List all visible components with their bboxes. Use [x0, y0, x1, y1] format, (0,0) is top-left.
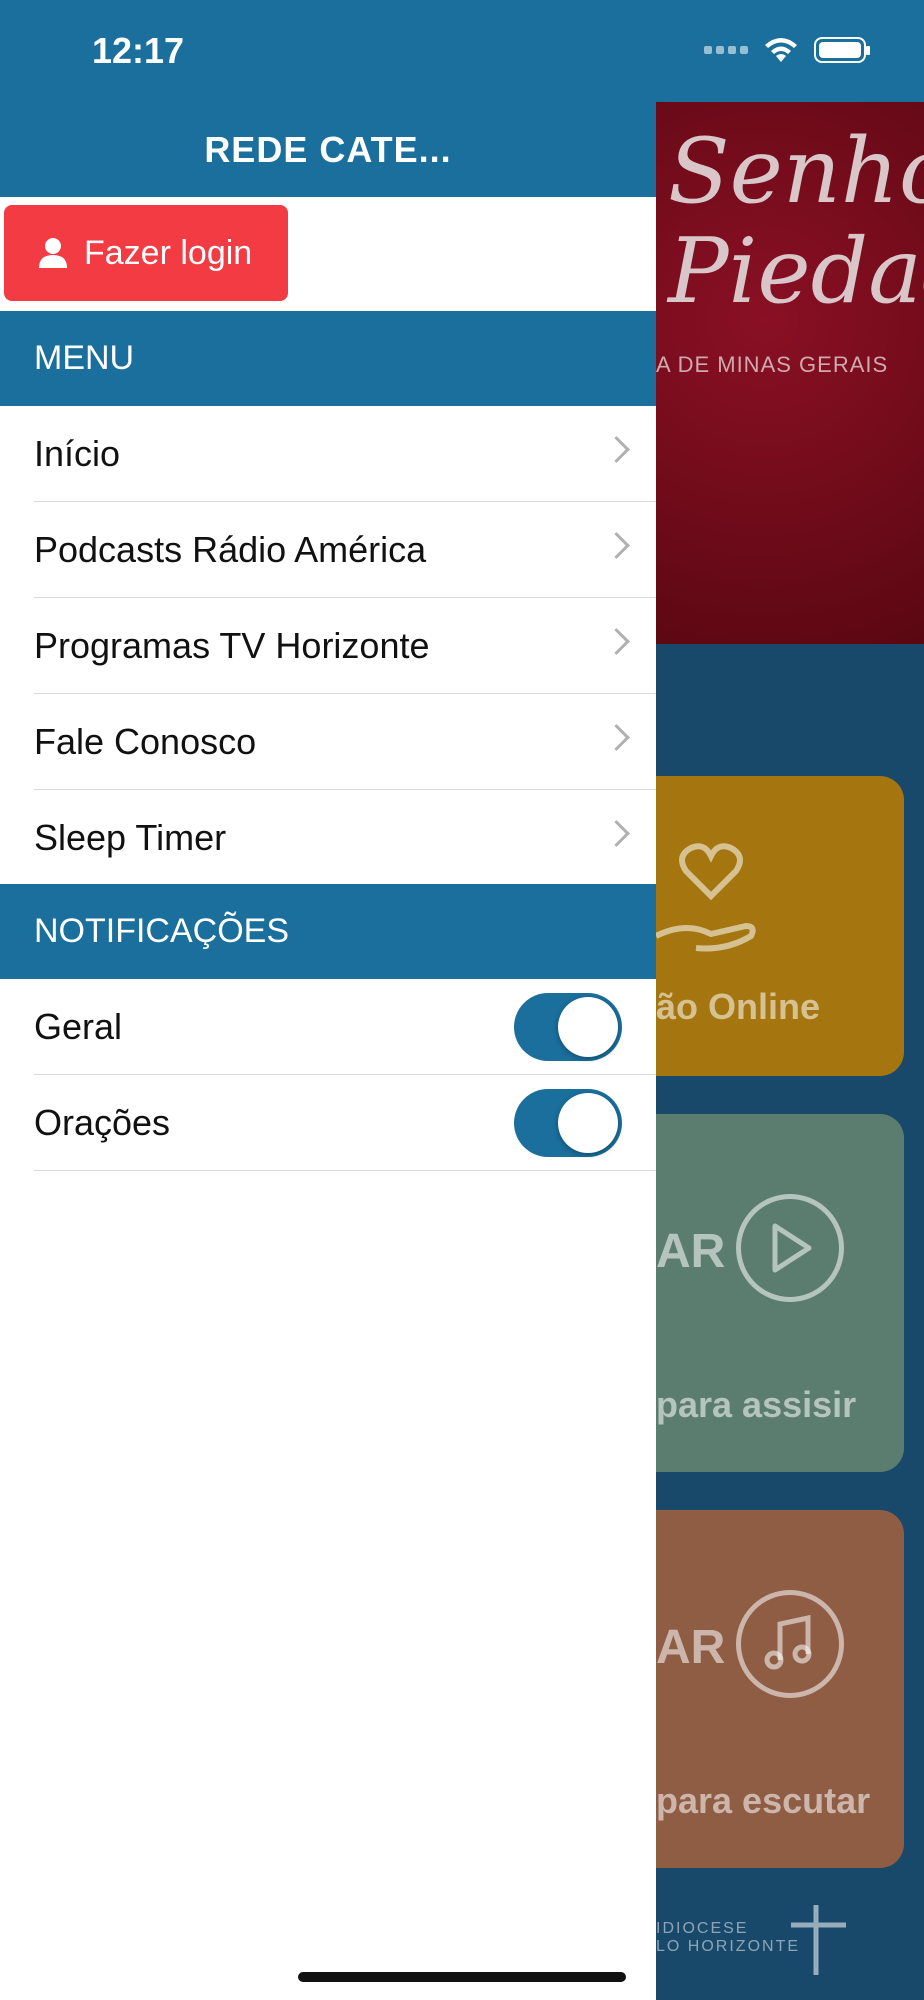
geral-toggle[interactable] — [514, 993, 622, 1061]
home-indicator[interactable] — [298, 1972, 626, 1982]
chevron-right-icon — [603, 532, 630, 559]
hero-subtitle: A DE MINAS GERAIS — [656, 352, 889, 377]
menu-item-programas[interactable]: Programas TV Horizonte — [34, 598, 656, 694]
user-icon — [39, 238, 67, 268]
menu-item-label: Programas TV Horizonte — [34, 624, 430, 666]
watch-card-title: AR — [656, 1225, 726, 1278]
chevron-right-icon — [603, 628, 630, 655]
watch-card-label: para assisir — [656, 1384, 857, 1425]
status-bar: 12:17 — [0, 0, 924, 102]
notifications-section-header: NOTIFICAÇÕES — [0, 884, 656, 979]
battery-icon — [814, 37, 870, 63]
menu-item-sleep-timer[interactable]: Sleep Timer — [34, 790, 656, 886]
heart-hand-icon — [656, 843, 756, 952]
listen-card-label: para escutar — [656, 1780, 871, 1821]
menu-item-label: Podcasts Rádio América — [34, 528, 427, 570]
watch-card[interactable]: AR para assisir — [656, 1114, 904, 1472]
chevron-right-icon — [603, 820, 630, 847]
listen-card[interactable]: AR para escutar — [656, 1510, 904, 1868]
notification-row-geral: Geral — [34, 979, 656, 1075]
login-button-label: Fazer login — [84, 233, 253, 272]
menu-item-inicio[interactable]: Início — [34, 406, 656, 502]
chevron-right-icon — [603, 436, 630, 463]
background-app: Senhora Piedade A DE MINAS GERAIS ão Onl… — [656, 0, 924, 2000]
drawer-title: REDE CATE... — [0, 102, 656, 197]
status-icons — [704, 36, 870, 64]
side-drawer: REDE CATE... Fazer login MENU Início Pod… — [0, 0, 656, 2000]
status-time: 12:17 — [92, 30, 185, 71]
menu-item-fale-conosco[interactable]: Fale Conosco — [34, 694, 656, 790]
donation-card-label: ão Online — [656, 986, 821, 1027]
play-icon — [736, 1194, 844, 1302]
menu-item-label: Sleep Timer — [34, 817, 227, 858]
listen-card-title: AR — [656, 1621, 726, 1674]
music-note-icon — [736, 1590, 844, 1698]
menu-item-label: Início — [34, 432, 121, 474]
notification-label: Orações — [34, 1101, 171, 1143]
notification-row-oracoes: Orações — [34, 1075, 656, 1171]
login-area: Fazer login — [0, 197, 656, 311]
hero-banner: Senhora Piedade A DE MINAS GERAIS — [656, 102, 924, 644]
donation-card[interactable]: ão Online — [656, 776, 904, 1076]
chevron-right-icon — [603, 724, 630, 751]
wifi-icon — [765, 38, 797, 62]
menu-section-header: MENU — [0, 311, 656, 406]
hero-title: Senhora Piedade — [668, 119, 924, 324]
login-button[interactable]: Fazer login — [4, 205, 288, 301]
oracoes-toggle[interactable] — [514, 1089, 622, 1157]
notification-label: Geral — [34, 1005, 123, 1047]
menu-item-label: Fale Conosco — [34, 720, 257, 762]
cross-logo-icon — [791, 1905, 846, 1975]
menu-item-podcasts[interactable]: Podcasts Rádio América — [34, 502, 656, 598]
cellular-signal-icon — [704, 46, 748, 54]
